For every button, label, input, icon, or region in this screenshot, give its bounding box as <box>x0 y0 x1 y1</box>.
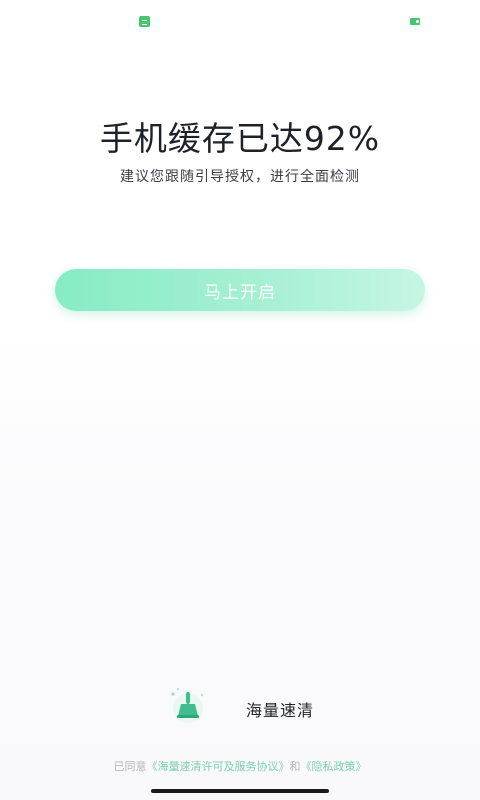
broom-cleaner-icon <box>164 686 212 724</box>
background-fade <box>0 330 480 800</box>
app-notification-icon <box>139 16 150 27</box>
guide-subline: 建议您跟随引导授权，进行全面检测 <box>120 169 360 185</box>
cache-headline: 手机缓存已达92% <box>99 119 381 158</box>
agreement-text: 已同意《海量速清许可及服务协议》和《隐私政策》 <box>0 758 480 774</box>
license-agreement-link[interactable]: 《海量速清许可及服务协议》 <box>147 760 290 773</box>
start-now-button[interactable]: 马上开启 <box>55 269 425 311</box>
agreement-prefix: 已同意 <box>113 760 147 773</box>
home-indicator[interactable] <box>151 789 329 793</box>
battery-icon <box>410 18 420 25</box>
agreement-conjunction: 和 <box>289 760 301 773</box>
privacy-policy-link[interactable]: 《隐私政策》 <box>301 760 367 773</box>
app-name: 海量速清 <box>246 701 315 720</box>
